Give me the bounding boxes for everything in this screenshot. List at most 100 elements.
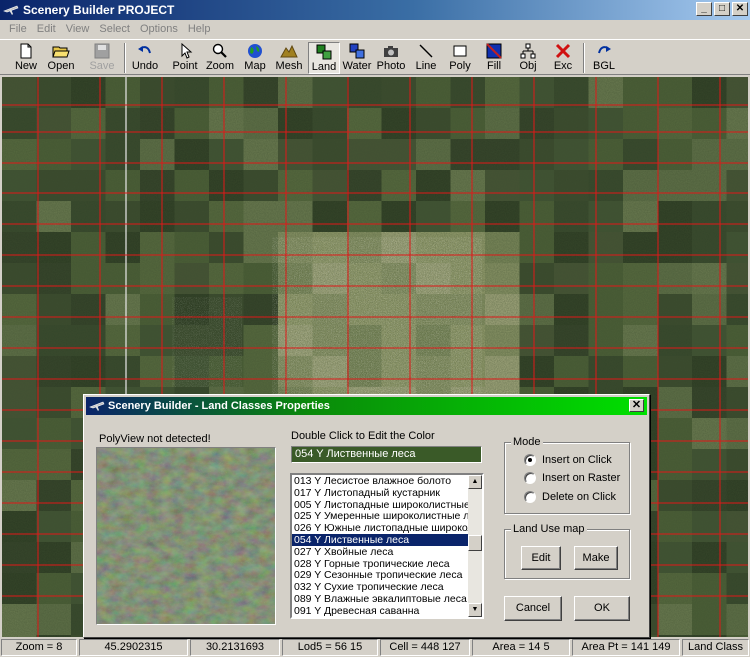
red-x-icon bbox=[555, 43, 571, 59]
land-class-list: 013 Y Лесистое влажное болото 017 Y Лист… bbox=[292, 475, 468, 617]
mode-group-label: Mode bbox=[511, 436, 543, 448]
land-class-item[interactable]: 025 Y Умеренные широколистные ле bbox=[292, 510, 468, 522]
rectangle-icon bbox=[453, 45, 467, 57]
land-class-preview bbox=[96, 447, 276, 625]
scroll-up-arrow-icon[interactable]: ▲ bbox=[468, 475, 482, 489]
fill-icon bbox=[486, 43, 502, 59]
close-button[interactable]: ✕ bbox=[732, 2, 748, 16]
camera-icon bbox=[384, 46, 398, 57]
dialog-titlebar: Scenery Builder - Land Classes Propertie… bbox=[86, 397, 647, 415]
selected-class-color-swatch[interactable]: 054 Y Лиственные леса bbox=[291, 446, 482, 463]
radio-indicator bbox=[524, 472, 536, 484]
app-plane-icon bbox=[89, 401, 105, 411]
ok-button[interactable]: OK bbox=[574, 596, 630, 621]
window-titlebar: Scenery Builder PROJECT _ □ ✕ bbox=[0, 0, 750, 20]
mode-insert-on-click-radio[interactable]: Insert on Click bbox=[524, 454, 612, 466]
pointer-arrow-icon bbox=[181, 43, 193, 59]
land-class-item[interactable]: 054 Y Лиственные леса bbox=[292, 533, 468, 546]
status-area-point: Area Pt = 141 149 bbox=[572, 639, 680, 656]
list-scrollbar[interactable]: ▲ ▼ bbox=[468, 475, 482, 617]
menu-help[interactable]: Help bbox=[183, 23, 216, 35]
land-class-item[interactable]: 026 Y Южные листопадные широкол bbox=[292, 522, 468, 534]
undo-arrow-icon bbox=[138, 46, 151, 54]
magnifier-icon bbox=[212, 43, 227, 58]
land-class-item[interactable]: 005 Y Листопадные широколистные bbox=[292, 499, 468, 511]
radio-label: Delete on Click bbox=[542, 491, 616, 503]
mesh-button[interactable]: Mesh bbox=[273, 42, 305, 74]
status-latitude: 45.2902315 bbox=[79, 639, 188, 656]
radio-indicator bbox=[524, 491, 536, 503]
status-bar: Zoom = 8 45.2902315 30.2131693 Lod5 = 56… bbox=[0, 638, 750, 657]
land-class-item[interactable]: 017 Y Листопадный кустарник bbox=[292, 487, 468, 499]
status-longitude: 30.2131693 bbox=[190, 639, 280, 656]
land-use-map-label: Land Use map bbox=[511, 523, 587, 535]
scroll-thumb[interactable] bbox=[468, 535, 482, 551]
globe-icon bbox=[248, 44, 262, 58]
exc-button[interactable]: Exc bbox=[548, 42, 578, 74]
toolbar: New Open Save Undo Point Zoom Map Mesh L… bbox=[0, 39, 750, 75]
fill-button[interactable]: Fill bbox=[478, 42, 510, 74]
photo-button[interactable]: Photo bbox=[375, 42, 407, 74]
water-button[interactable]: Water bbox=[341, 42, 373, 74]
forest-texture-image bbox=[97, 448, 275, 624]
land-class-item[interactable]: 027 Y Хвойные леса bbox=[292, 546, 468, 558]
status-cell: Cell = 448 127 bbox=[380, 639, 470, 656]
menu-edit[interactable]: Edit bbox=[32, 23, 61, 35]
land-class-item[interactable]: 029 Y Сезонные тропические леса bbox=[292, 569, 468, 581]
open-button[interactable]: Open bbox=[45, 42, 77, 74]
radio-indicator bbox=[524, 454, 536, 466]
land-class-listbox[interactable]: 013 Y Лесистое влажное болото 017 Y Лист… bbox=[290, 473, 484, 619]
toolbar-separator bbox=[124, 43, 126, 73]
new-button[interactable]: New bbox=[10, 42, 42, 74]
land-class-item[interactable]: 013 Y Лесистое влажное болото bbox=[292, 475, 468, 487]
status-area: Area = 14 5 bbox=[472, 639, 570, 656]
window-title: Scenery Builder PROJECT bbox=[23, 3, 175, 17]
land-squares-icon bbox=[316, 44, 332, 60]
land-class-item[interactable]: 089 Y Влажные эвкалиптовые леса bbox=[292, 593, 468, 605]
menu-select[interactable]: Select bbox=[94, 23, 135, 35]
menu-options[interactable]: Options bbox=[135, 23, 183, 35]
cancel-button[interactable]: Cancel bbox=[504, 596, 562, 621]
bgl-button[interactable]: BGL bbox=[588, 42, 620, 74]
menu-view[interactable]: View bbox=[61, 23, 95, 35]
menu-bar: File Edit View Select Options Help bbox=[0, 20, 750, 38]
save-disk-icon bbox=[94, 43, 110, 59]
status-zoom: Zoom = 8 bbox=[1, 639, 77, 656]
status-lod: Lod5 = 56 15 bbox=[282, 639, 378, 656]
mode-insert-on-raster-radio[interactable]: Insert on Raster bbox=[524, 472, 620, 484]
poly-button[interactable]: Poly bbox=[444, 42, 476, 74]
obj-button[interactable]: Obj bbox=[513, 42, 543, 74]
maximize-button[interactable]: □ bbox=[714, 2, 730, 16]
app-plane-icon bbox=[3, 5, 19, 15]
line-button[interactable]: Line bbox=[411, 42, 441, 74]
redo-arrow-icon bbox=[598, 46, 611, 54]
point-button[interactable]: Point bbox=[170, 42, 200, 74]
water-squares-icon bbox=[349, 43, 365, 59]
save-button[interactable]: Save bbox=[86, 42, 118, 74]
land-classes-dialog: Scenery Builder - Land Classes Propertie… bbox=[83, 394, 650, 638]
open-folder-icon bbox=[52, 46, 70, 58]
dialog-title: Scenery Builder - Land Classes Propertie… bbox=[108, 400, 330, 412]
land-class-item[interactable]: 091 Y Древесная саванна bbox=[292, 605, 468, 617]
mode-delete-on-click-radio[interactable]: Delete on Click bbox=[524, 491, 616, 503]
line-icon bbox=[419, 44, 433, 58]
menu-file[interactable]: File bbox=[4, 23, 32, 35]
edit-color-hint: Double Click to Edit the Color bbox=[291, 430, 435, 442]
minimize-button[interactable]: _ bbox=[696, 2, 712, 16]
land-class-item[interactable]: 032 Y Сухие тропические леса bbox=[292, 581, 468, 593]
undo-button[interactable]: Undo bbox=[129, 42, 161, 74]
scroll-down-arrow-icon[interactable]: ▼ bbox=[468, 603, 482, 617]
land-class-item[interactable]: 028 Y Горные тропические леса bbox=[292, 558, 468, 570]
edit-button[interactable]: Edit bbox=[521, 546, 561, 570]
zoom-button[interactable]: Zoom bbox=[204, 42, 236, 74]
radio-label: Insert on Click bbox=[542, 454, 612, 466]
polyview-message: PolyView not detected! bbox=[99, 433, 211, 445]
object-tree-icon bbox=[520, 43, 536, 59]
status-land-class: Land Class bbox=[682, 639, 749, 656]
make-button[interactable]: Make bbox=[574, 546, 618, 570]
radio-label: Insert on Raster bbox=[542, 472, 621, 484]
dialog-close-button[interactable]: ✕ bbox=[629, 399, 644, 412]
new-file-icon bbox=[20, 43, 32, 59]
map-button[interactable]: Map bbox=[239, 42, 271, 74]
land-button[interactable]: Land bbox=[308, 42, 340, 74]
